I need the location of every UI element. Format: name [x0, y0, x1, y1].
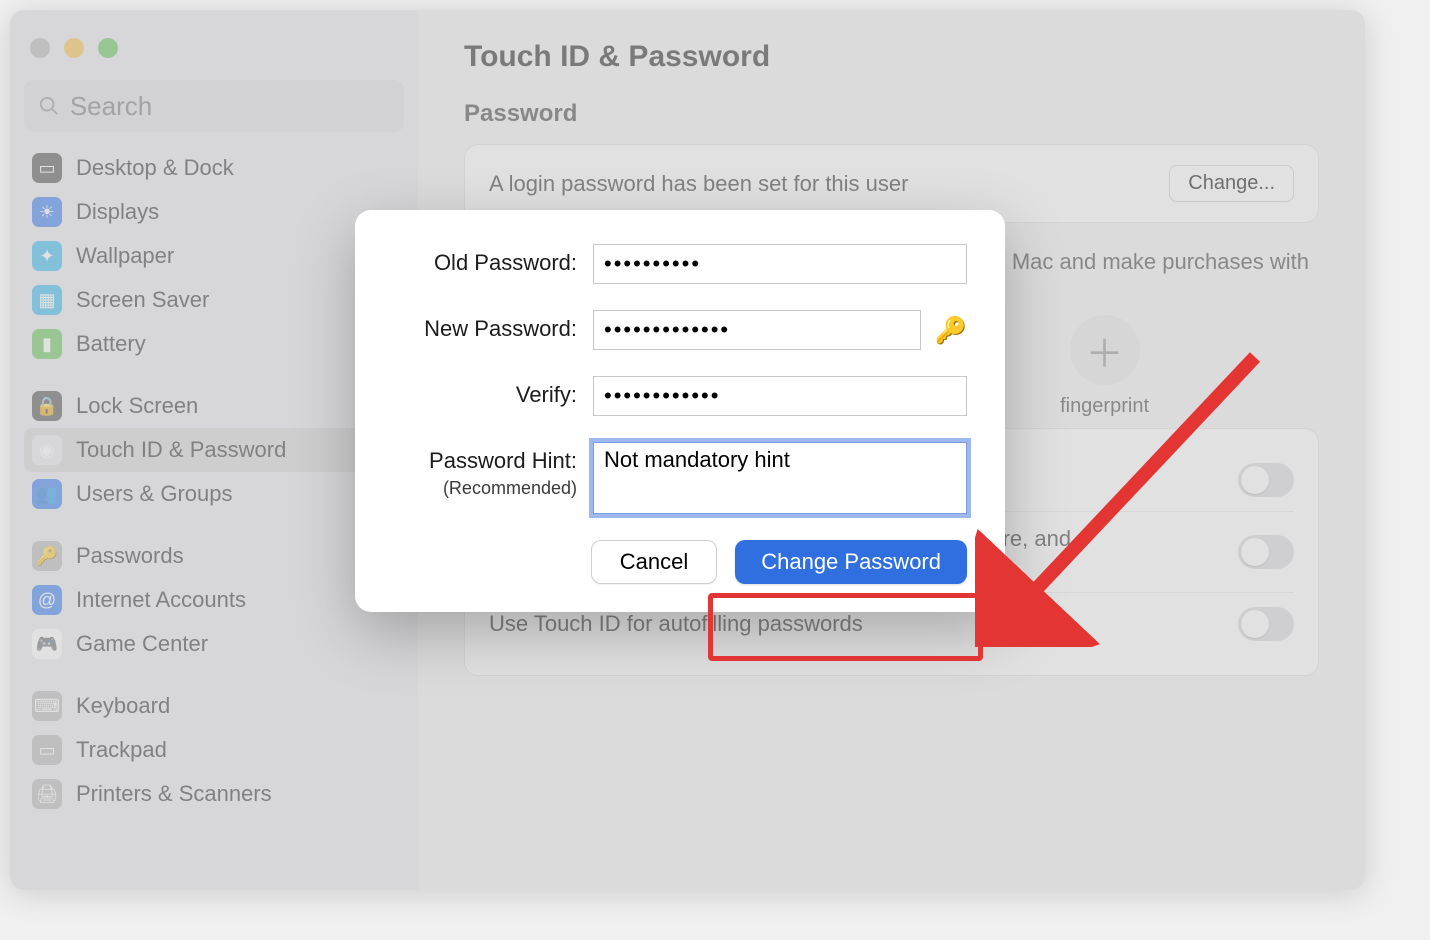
- sidebar-item-label: Internet Accounts: [76, 587, 246, 613]
- search-icon: [38, 94, 60, 118]
- minimize-window-button[interactable]: [64, 38, 84, 58]
- sidebar-icon: 🔒: [32, 391, 62, 421]
- sidebar-item-desktop-dock[interactable]: ▭ Desktop & Dock: [24, 146, 404, 190]
- search-field-wrap[interactable]: [24, 80, 404, 132]
- sidebar-item-internet-accounts[interactable]: @ Internet Accounts: [24, 578, 404, 622]
- add-fingerprint-label: fingerprint: [1060, 395, 1149, 418]
- password-hint-input[interactable]: [593, 442, 967, 514]
- sidebar-item-label: Displays: [76, 199, 159, 225]
- change-password-dialog: Old Password: New Password: 🔑 Verify: Pa…: [355, 210, 1005, 612]
- change-password-submit[interactable]: Change Password: [735, 540, 967, 584]
- add-fingerprint-slot[interactable]: ＋ fingerprint: [1060, 315, 1149, 418]
- search-input[interactable]: [70, 91, 390, 122]
- sidebar-item-label: Screen Saver: [76, 287, 209, 313]
- sidebar-icon: ⌨: [32, 691, 62, 721]
- cancel-button[interactable]: Cancel: [591, 540, 717, 584]
- sidebar-item-label: Users & Groups: [76, 481, 233, 507]
- sidebar-icon: ▭: [32, 735, 62, 765]
- old-password-label: Old Password:: [393, 244, 593, 276]
- sidebar-item-users-groups[interactable]: 👥 Users & Groups: [24, 472, 404, 516]
- sidebar-icon: ▭: [32, 153, 62, 183]
- window-controls: [24, 28, 404, 80]
- sidebar-icon: ▮: [32, 329, 62, 359]
- sidebar-item-wallpaper[interactable]: ✦ Wallpaper: [24, 234, 404, 278]
- change-password-button[interactable]: Change...: [1169, 165, 1294, 202]
- sidebar-icon: 👥: [32, 479, 62, 509]
- sidebar-item-touch-id-password[interactable]: ◉ Touch ID & Password: [24, 428, 404, 472]
- sidebar-item-passwords[interactable]: 🔑 Passwords: [24, 534, 404, 578]
- sidebar-list: ▭ Desktop & Dock ☀ Displays ✦ Wallpaper ▦ Scree…: [24, 146, 404, 816]
- sidebar-item-printers-scanners[interactable]: 🖨 Printers & Scanners: [24, 772, 404, 816]
- toggle-0[interactable]: [1238, 463, 1294, 497]
- new-password-input[interactable]: [593, 310, 921, 350]
- sidebar-item-label: Touch ID & Password: [76, 437, 286, 463]
- sidebar-item-screen-saver[interactable]: ▦ Screen Saver: [24, 278, 404, 322]
- sidebar-icon: ✦: [32, 241, 62, 271]
- password-hint-sublabel: (Recommended): [443, 478, 577, 498]
- toggle-2[interactable]: [1238, 607, 1294, 641]
- plus-icon: ＋: [1070, 315, 1140, 385]
- sidebar-item-label: Lock Screen: [76, 393, 198, 419]
- old-password-input[interactable]: [593, 244, 967, 284]
- sidebar-item-game-center[interactable]: 🎮 Game Center: [24, 622, 404, 666]
- new-password-label: New Password:: [393, 310, 593, 342]
- sidebar-icon: 🎮: [32, 629, 62, 659]
- sidebar-icon: ☀: [32, 197, 62, 227]
- verify-password-input[interactable]: [593, 376, 967, 416]
- zoom-window-button[interactable]: [98, 38, 118, 58]
- sidebar-icon: 🖨: [32, 779, 62, 809]
- sidebar-icon: @: [32, 585, 62, 615]
- close-window-button[interactable]: [30, 38, 50, 58]
- sidebar-item-lock-screen[interactable]: 🔒 Lock Screen: [24, 384, 404, 428]
- page-title: Touch ID & Password: [464, 40, 1319, 74]
- sidebar-item-label: Printers & Scanners: [76, 781, 272, 807]
- sidebar-item-label: Battery: [76, 331, 146, 357]
- sidebar-icon: ▦: [32, 285, 62, 315]
- password-status-text: A login password has been set for this u…: [489, 171, 908, 197]
- password-hint-label: Password Hint: (Recommended): [393, 442, 593, 500]
- toggle-label-2: Use Touch ID for autofilling passwords: [489, 611, 863, 637]
- toggle-1[interactable]: [1238, 535, 1294, 569]
- sidebar-item-label: Keyboard: [76, 693, 170, 719]
- sidebar-item-label: Trackpad: [76, 737, 167, 763]
- sidebar-item-battery[interactable]: ▮ Battery: [24, 322, 404, 366]
- password-section-label: Password: [464, 100, 1319, 128]
- sidebar-item-label: Passwords: [76, 543, 184, 569]
- sidebar-item-displays[interactable]: ☀ Displays: [24, 190, 404, 234]
- sidebar-item-label: Game Center: [76, 631, 208, 657]
- verify-password-label: Verify:: [393, 376, 593, 408]
- sidebar-item-label: Wallpaper: [76, 243, 174, 269]
- sidebar-item-trackpad[interactable]: ▭ Trackpad: [24, 728, 404, 772]
- sidebar-icon: 🔑: [32, 541, 62, 571]
- sidebar-item-keyboard[interactable]: ⌨ Keyboard: [24, 684, 404, 728]
- sidebar-item-label: Desktop & Dock: [76, 155, 234, 181]
- sidebar-icon: ◉: [32, 435, 62, 465]
- password-key-icon[interactable]: 🔑: [935, 315, 967, 346]
